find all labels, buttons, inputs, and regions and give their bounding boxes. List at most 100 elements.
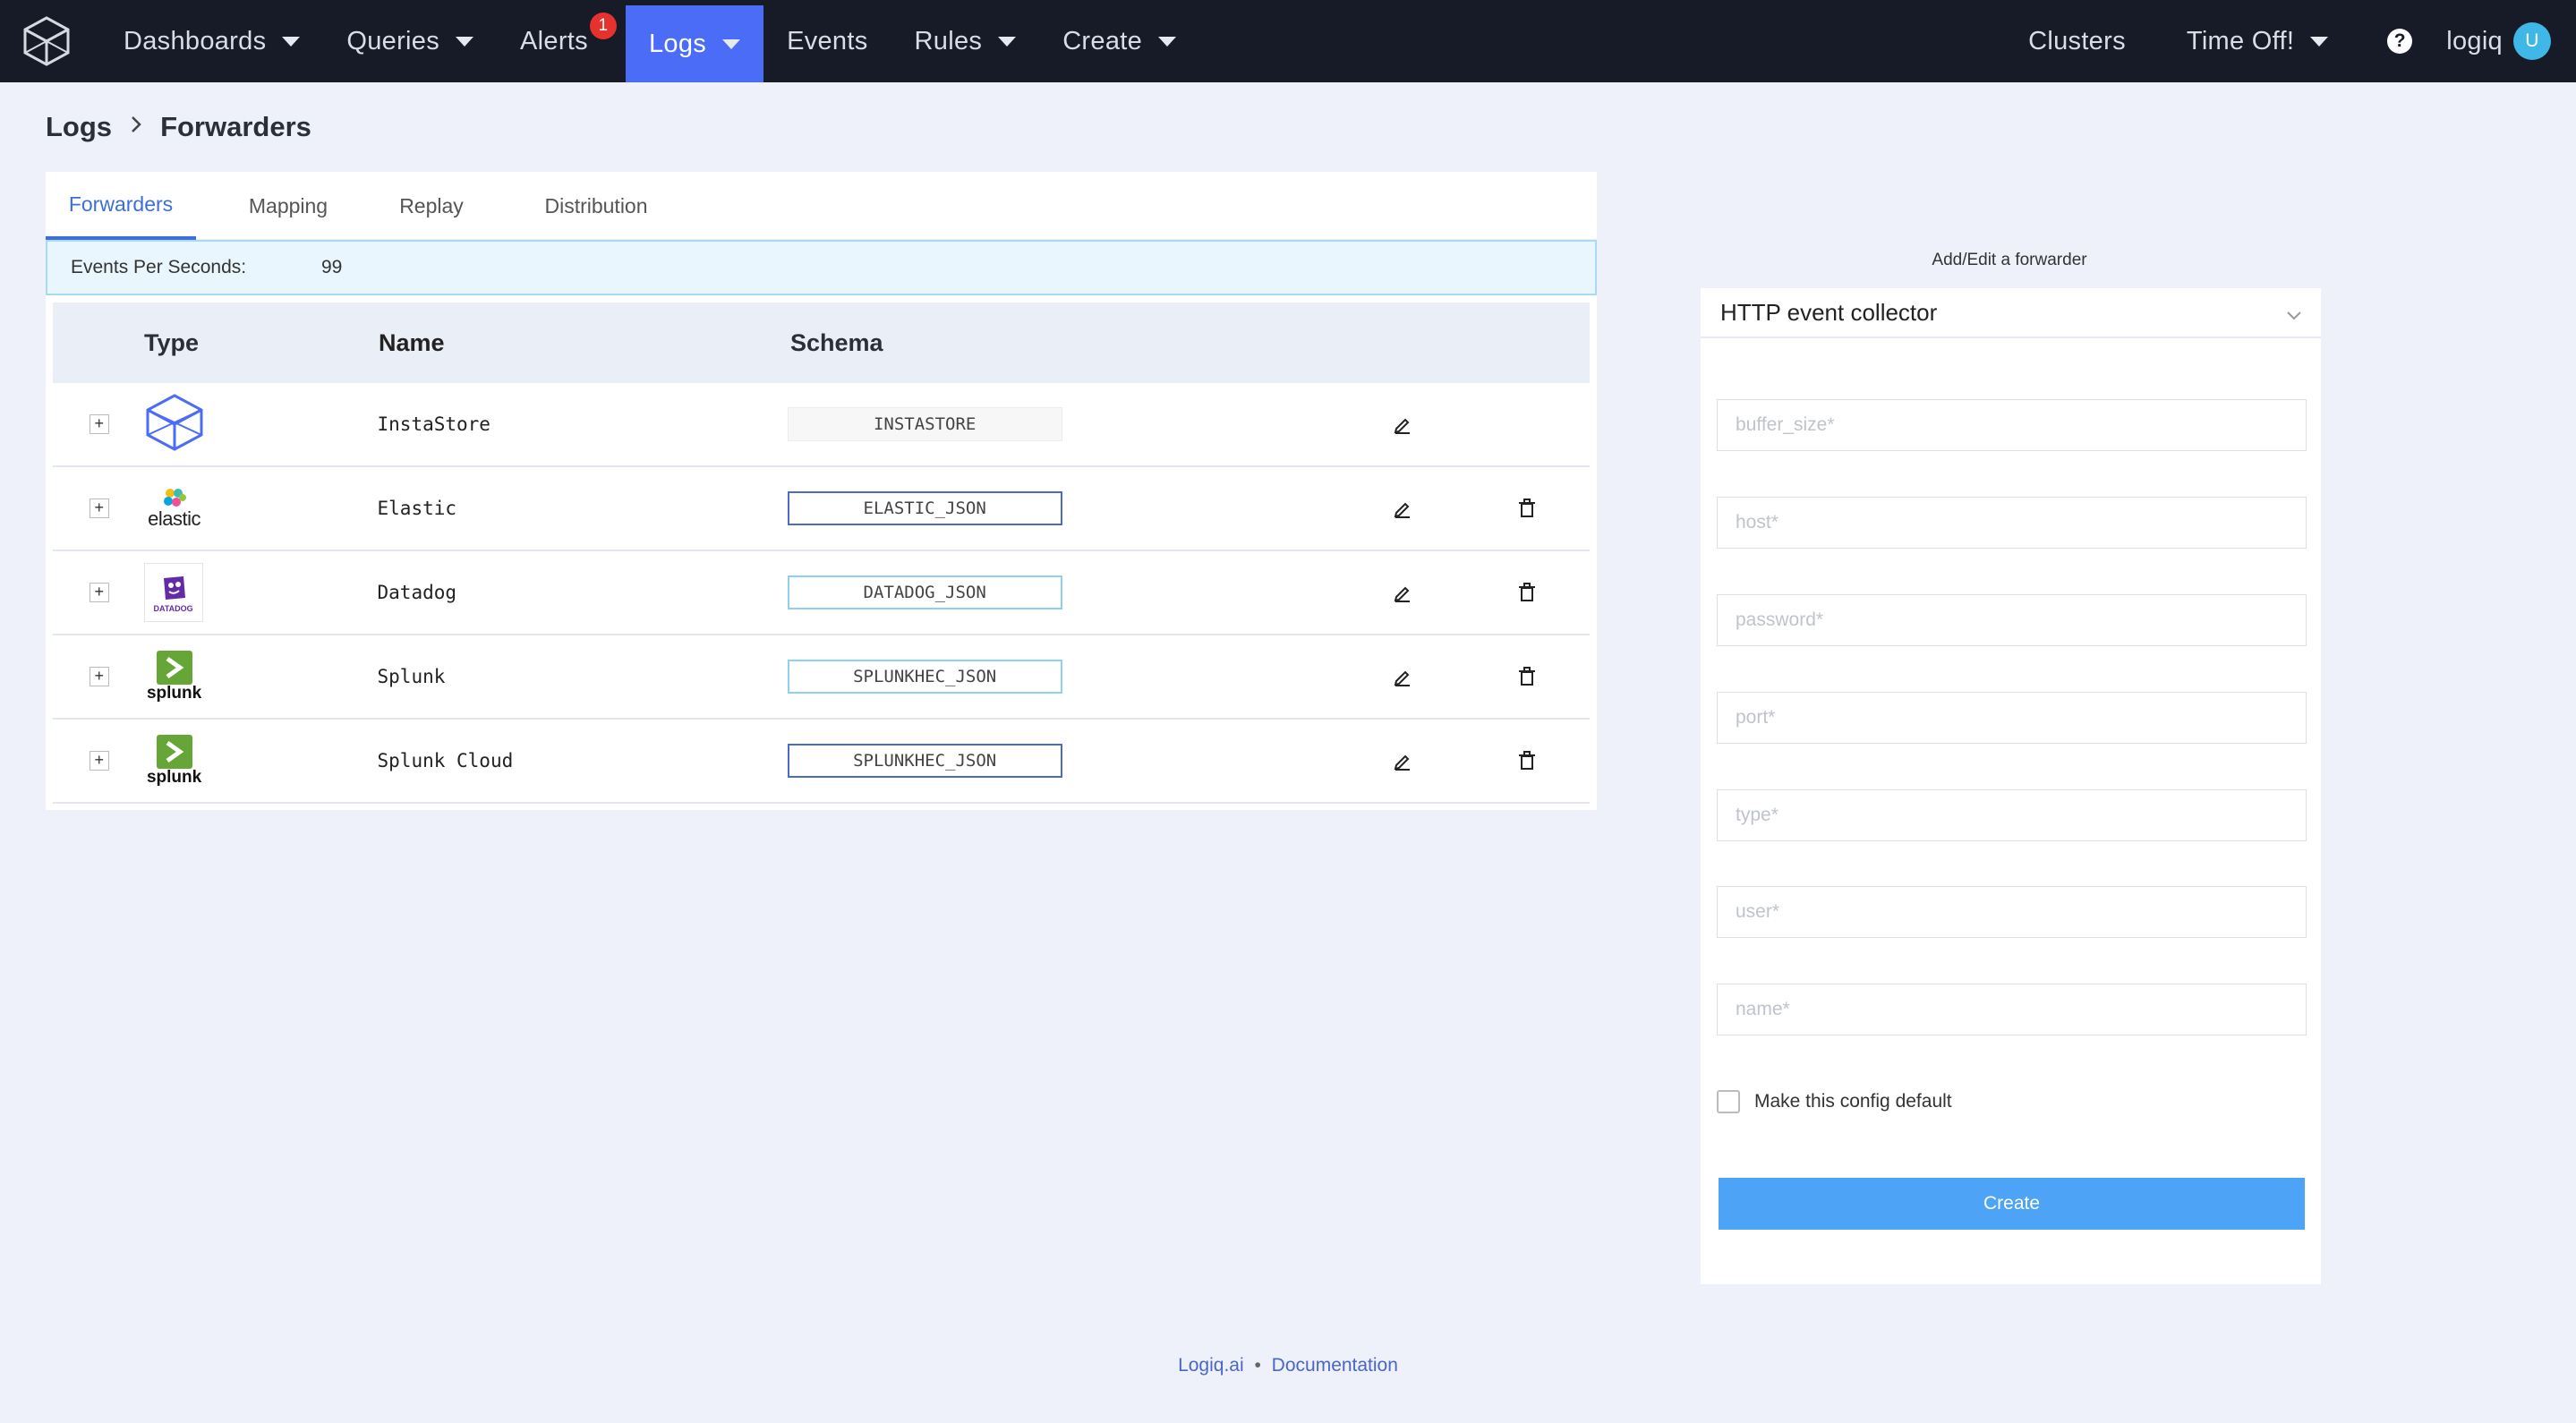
edit-icon[interactable]	[1393, 751, 1412, 771]
instastore-logo-icon	[144, 393, 205, 456]
nav-alerts[interactable]: Alerts 1	[497, 0, 626, 82]
table-row: + InstaStore INSTASTORE	[53, 383, 1590, 467]
splunk-logo-text: splunk	[146, 767, 202, 787]
forwarder-name: Elastic	[377, 498, 457, 519]
user-name: logiq	[2446, 26, 2503, 55]
nav-time-off-label: Time Off!	[2186, 26, 2295, 55]
alerts-count-badge: 1	[589, 13, 617, 39]
form-title: Add/Edit a forwarder	[1932, 251, 2087, 269]
expand-row-button[interactable]: +	[89, 751, 109, 771]
edit-icon[interactable]	[1393, 583, 1412, 602]
nav-dashboards[interactable]: Dashboards	[100, 0, 323, 82]
table-row: + DATADOG Datadog DATADOG_JSON	[53, 551, 1590, 635]
default-config-checkbox[interactable]	[1717, 1090, 1740, 1113]
tab-forwarders[interactable]: Forwarders	[46, 172, 196, 240]
nav-create[interactable]: Create	[1039, 0, 1199, 82]
chevron-right-icon	[130, 112, 142, 142]
tab-bar: Forwarders Mapping Replay Distribution	[46, 172, 1597, 240]
nav-logs-label: Logs	[648, 29, 707, 58]
tab-replay[interactable]: Replay	[382, 172, 481, 240]
header-name: Name	[379, 328, 445, 356]
nav-alerts-label: Alerts	[520, 26, 588, 55]
forwarders-table: Type Name Schema + InstaStore INSTASTORE…	[53, 302, 1590, 804]
tab-distribution[interactable]: Distribution	[511, 172, 681, 240]
forwarder-name: Splunk Cloud	[377, 750, 514, 771]
breadcrumb-parent[interactable]: Logs	[46, 111, 112, 143]
top-navbar: Dashboards Queries Alerts 1 Logs Events …	[0, 0, 2576, 82]
caret-down-icon	[998, 36, 1017, 47]
forwarder-type-select[interactable]: HTTP event collector	[1701, 288, 2321, 338]
name-field[interactable]	[1717, 984, 2307, 1035]
nav-time-off[interactable]: Time Off!	[2163, 0, 2351, 82]
forwarder-form: HTTP event collector Make this config de…	[1701, 288, 2321, 1284]
host-field[interactable]	[1717, 497, 2307, 549]
expand-row-button[interactable]: +	[89, 667, 109, 686]
caret-down-icon	[1158, 36, 1177, 47]
logiq-site-link[interactable]: Logiq.ai	[1178, 1355, 1244, 1376]
edit-icon[interactable]	[1393, 498, 1412, 518]
forwarder-type-value: HTTP event collector	[1720, 298, 1938, 326]
avatar: U	[2513, 22, 2551, 60]
schema-badge[interactable]: SPLUNKHEC_JSON	[787, 660, 1062, 694]
type-field[interactable]	[1717, 789, 2307, 841]
navbar-right: Clusters Time Off! ? logiq U	[2005, 0, 2576, 82]
splunk-logo-text: splunk	[146, 683, 202, 703]
datadog-logo-text: DATADOG	[153, 603, 193, 613]
eps-value: 99	[321, 257, 343, 277]
table-row: + splunk Splunk SPLUNKHEC_JSON	[53, 635, 1590, 720]
edit-icon[interactable]	[1393, 667, 1412, 686]
password-field[interactable]	[1717, 594, 2307, 646]
caret-down-icon	[722, 38, 741, 49]
datadog-logo-icon: DATADOG	[143, 563, 203, 622]
buffer-size-field[interactable]	[1717, 399, 2307, 451]
nav-logs[interactable]: Logs	[625, 5, 764, 82]
expand-row-button[interactable]: +	[89, 414, 109, 434]
expand-row-button[interactable]: +	[89, 498, 109, 518]
events-per-second-bar: Events Per Seconds: 99	[46, 240, 1597, 295]
header-schema: Schema	[790, 328, 883, 356]
tab-mapping[interactable]: Mapping	[225, 172, 352, 240]
nav-clusters-label: Clusters	[2028, 26, 2126, 55]
trash-icon[interactable]	[1518, 583, 1536, 602]
edit-icon[interactable]	[1393, 414, 1412, 434]
nav-create-label: Create	[1062, 26, 1143, 55]
forwarders-card: Forwarders Mapping Replay Distribution E…	[46, 172, 1597, 810]
nav-rules-label: Rules	[914, 26, 983, 55]
forwarder-name: Datadog	[377, 582, 457, 603]
table-header: Type Name Schema	[53, 302, 1590, 383]
schema-badge[interactable]: DATADOG_JSON	[787, 575, 1062, 609]
elastic-logo-icon: elastic	[144, 486, 205, 531]
default-config-label: Make this config default	[1754, 1091, 1952, 1112]
eps-label: Events Per Seconds:	[71, 257, 247, 277]
schema-badge[interactable]: SPLUNKHEC_JSON	[787, 744, 1062, 778]
nav-queries[interactable]: Queries	[323, 0, 497, 82]
schema-badge[interactable]: ELASTIC_JSON	[787, 491, 1062, 525]
user-menu[interactable]: logiq U	[2446, 0, 2576, 82]
forwarder-name: InstaStore	[377, 413, 490, 435]
schema-badge[interactable]: INSTASTORE	[787, 407, 1062, 441]
trash-icon[interactable]	[1518, 498, 1536, 518]
nav-events[interactable]: Events	[763, 0, 891, 82]
caret-down-icon	[456, 36, 474, 47]
nav-clusters[interactable]: Clusters	[2005, 0, 2163, 82]
splunk-logo-icon: splunk	[144, 650, 205, 703]
user-field[interactable]	[1717, 886, 2307, 938]
footer-separator: •	[1254, 1355, 1261, 1376]
trash-icon[interactable]	[1518, 751, 1536, 771]
nav-rules[interactable]: Rules	[891, 0, 1040, 82]
caret-down-icon	[282, 36, 301, 47]
create-button[interactable]: Create	[1719, 1178, 2305, 1230]
table-row: + splunk Splunk Cloud SPLUNKHEC_JSON	[53, 720, 1590, 804]
expand-row-button[interactable]: +	[89, 583, 109, 602]
logiq-logo-icon[interactable]	[0, 0, 93, 82]
documentation-link[interactable]: Documentation	[1272, 1355, 1398, 1376]
forwarder-name: Splunk	[377, 666, 446, 687]
elastic-logo-text: elastic	[148, 507, 200, 530]
breadcrumb: Logs Forwarders	[46, 111, 311, 143]
chevron-down-icon	[2285, 301, 2303, 328]
table-row: + elastic Elastic ELASTIC_JSON	[53, 467, 1590, 551]
header-type: Type	[144, 328, 200, 356]
help-icon[interactable]: ?	[2387, 29, 2413, 54]
port-field[interactable]	[1717, 692, 2307, 744]
trash-icon[interactable]	[1518, 667, 1536, 686]
